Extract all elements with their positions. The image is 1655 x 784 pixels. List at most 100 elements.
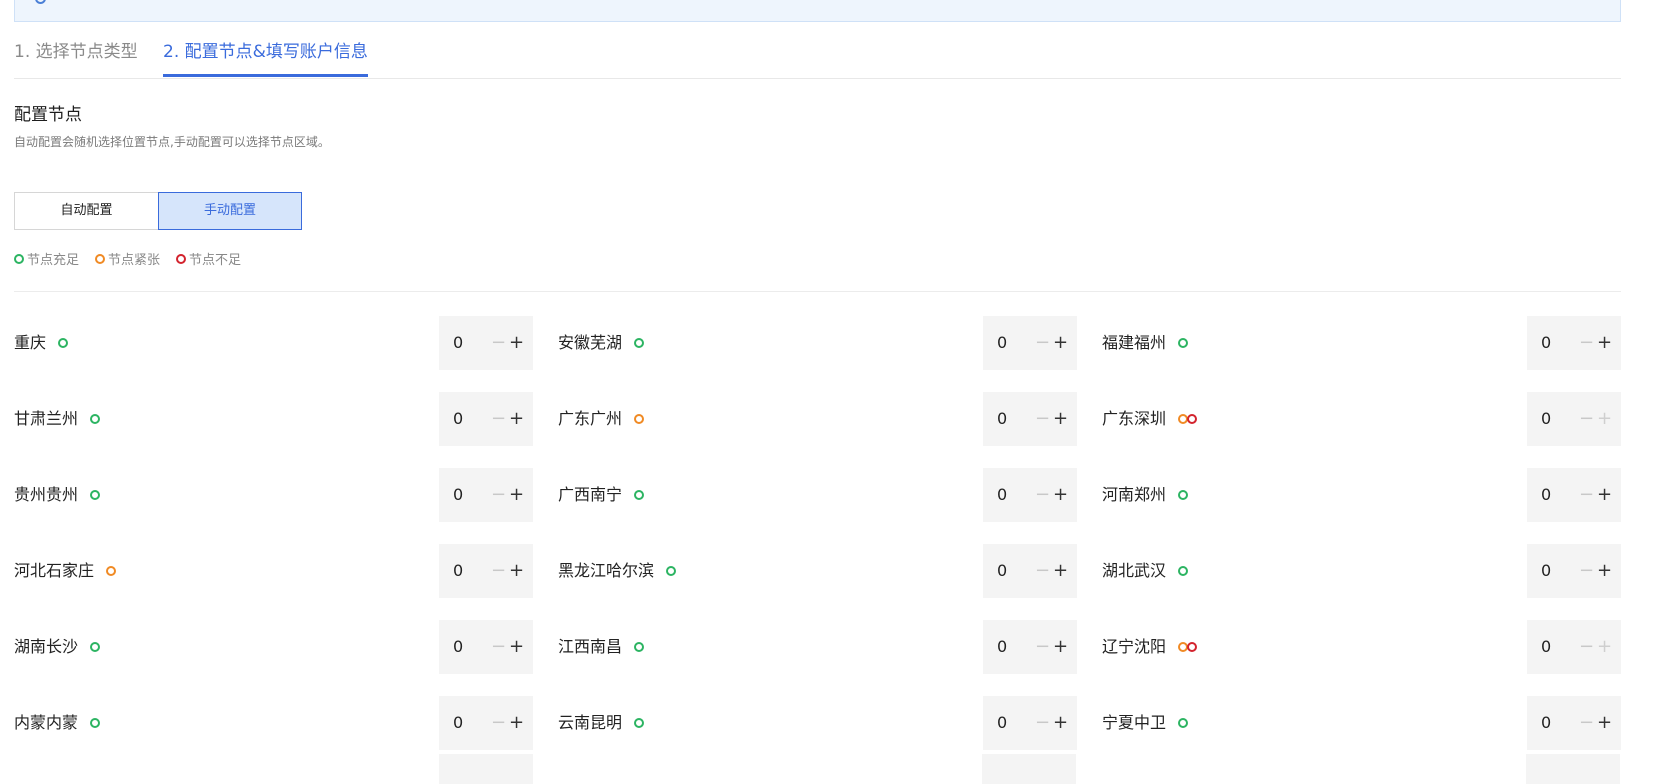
increment-button[interactable]: + bbox=[509, 544, 524, 598]
increment-button[interactable]: + bbox=[1053, 620, 1068, 674]
quantity-value[interactable]: 0 bbox=[453, 316, 463, 370]
quantity-value[interactable]: 0 bbox=[1541, 620, 1551, 674]
region-name: 广西南宁 bbox=[558, 485, 623, 504]
quantity-stepper[interactable]: 0− + bbox=[983, 620, 1077, 674]
increment-button[interactable]: + bbox=[1597, 468, 1612, 522]
quantity-stepper[interactable]: 0− + bbox=[439, 544, 533, 598]
tab-select-node-type[interactable]: 1. 选择节点类型 bbox=[14, 40, 138, 77]
decrement-button[interactable]: − bbox=[1035, 468, 1050, 522]
legend-label: 节点不足 bbox=[189, 253, 242, 268]
quantity-value[interactable]: 0 bbox=[1541, 544, 1551, 598]
status-green-icon bbox=[90, 414, 101, 424]
increment-button[interactable]: + bbox=[509, 316, 524, 370]
region-label: 辽宁沈阳 bbox=[1102, 620, 1198, 674]
increment-button[interactable]: + bbox=[1597, 696, 1612, 750]
quantity-value[interactable]: 0 bbox=[1541, 316, 1551, 370]
quantity-stepper[interactable]: 0− + bbox=[983, 316, 1077, 370]
auto-config-button[interactable]: 自动配置 bbox=[14, 192, 158, 230]
quantity-stepper[interactable]: 0− + bbox=[439, 620, 533, 674]
increment-button[interactable]: + bbox=[1053, 696, 1068, 750]
region-label: 广东深圳 bbox=[1102, 392, 1198, 446]
quantity-value[interactable]: 0 bbox=[1541, 392, 1551, 446]
quantity-stepper[interactable]: 0− + bbox=[1527, 620, 1621, 674]
region-label: 内蒙内蒙 bbox=[14, 696, 101, 750]
quantity-stepper[interactable]: 0− + bbox=[1527, 392, 1621, 446]
quantity-value[interactable]: 0 bbox=[1541, 468, 1551, 522]
quantity-value[interactable]: 0 bbox=[997, 392, 1007, 446]
decrement-button[interactable]: − bbox=[1579, 316, 1594, 370]
increment-button[interactable]: + bbox=[509, 696, 524, 750]
status-insufficient-icon bbox=[176, 253, 187, 264]
status-tight-icon bbox=[95, 253, 106, 264]
legend-label: 节点充足 bbox=[27, 253, 80, 268]
tab-configure-node[interactable]: 2. 配置节点&填写账户信息 bbox=[163, 40, 368, 77]
increment-button[interactable]: + bbox=[1597, 316, 1612, 370]
decrement-button[interactable]: − bbox=[491, 468, 506, 522]
quantity-stepper[interactable]: 0− + bbox=[439, 392, 533, 446]
increment-button[interactable]: + bbox=[1053, 468, 1068, 522]
quantity-value[interactable]: 0 bbox=[453, 620, 463, 674]
quantity-stepper[interactable]: 0− + bbox=[983, 696, 1077, 750]
decrement-button[interactable]: − bbox=[491, 544, 506, 598]
decrement-button[interactable]: − bbox=[1035, 392, 1050, 446]
increment-button[interactable]: + bbox=[1053, 392, 1068, 446]
quantity-stepper[interactable]: 0− + bbox=[439, 316, 533, 370]
quantity-stepper[interactable]: 0− + bbox=[439, 468, 533, 522]
decrement-button[interactable]: − bbox=[1035, 696, 1050, 750]
manual-config-button[interactable]: 手动配置 bbox=[158, 192, 302, 230]
decrement-button[interactable]: − bbox=[1579, 620, 1594, 674]
region-label: 宁夏中卫 bbox=[1102, 696, 1189, 750]
quantity-value[interactable]: 0 bbox=[997, 620, 1007, 674]
quantity-value[interactable]: 0 bbox=[997, 544, 1007, 598]
region-label: 贵州贵州 bbox=[14, 468, 101, 522]
legend-tight: 节点紧张 bbox=[95, 249, 160, 268]
decrement-button[interactable]: − bbox=[491, 696, 506, 750]
decrement-button[interactable]: − bbox=[1035, 544, 1050, 598]
increment-button[interactable]: + bbox=[509, 620, 524, 674]
region-name: 黑龙江哈尔滨 bbox=[558, 561, 655, 580]
status-green-icon bbox=[634, 490, 645, 500]
quantity-value[interactable]: 0 bbox=[453, 696, 463, 750]
quantity-value[interactable]: 0 bbox=[453, 468, 463, 522]
quantity-value[interactable]: 0 bbox=[453, 392, 463, 446]
region-cell: 河北石家庄 0− + bbox=[14, 544, 533, 598]
quantity-stepper[interactable]: 0− + bbox=[1527, 696, 1621, 750]
increment-button[interactable]: + bbox=[1597, 392, 1612, 446]
decrement-button[interactable]: − bbox=[1579, 468, 1594, 522]
quantity-stepper[interactable]: 0− + bbox=[439, 696, 533, 750]
quantity-value[interactable]: 0 bbox=[453, 544, 463, 598]
region-cell: 福建福州 0− + bbox=[1102, 316, 1621, 370]
increment-button[interactable]: + bbox=[509, 392, 524, 446]
increment-button[interactable]: + bbox=[1597, 544, 1612, 598]
status-green-icon bbox=[634, 718, 645, 728]
decrement-button[interactable]: − bbox=[1035, 316, 1050, 370]
decrement-button[interactable]: − bbox=[1579, 392, 1594, 446]
legend-sufficient: 节点充足 bbox=[14, 249, 79, 268]
status-green-icon bbox=[90, 642, 101, 652]
quantity-stepper[interactable]: 0− + bbox=[1527, 544, 1621, 598]
quantity-stepper[interactable]: 0− + bbox=[983, 544, 1077, 598]
decrement-button[interactable]: − bbox=[491, 620, 506, 674]
decrement-button[interactable]: − bbox=[1579, 544, 1594, 598]
decrement-button[interactable]: − bbox=[1035, 620, 1050, 674]
quantity-stepper[interactable]: 0− + bbox=[1527, 468, 1621, 522]
increment-button[interactable]: + bbox=[1053, 316, 1068, 370]
status-orange-icon bbox=[634, 414, 645, 424]
quantity-value[interactable]: 0 bbox=[997, 316, 1007, 370]
region-name: 福建福州 bbox=[1102, 333, 1167, 352]
quantity-value[interactable]: 0 bbox=[1541, 696, 1551, 750]
quantity-value[interactable]: 0 bbox=[997, 696, 1007, 750]
quantity-stepper[interactable]: 0− + bbox=[1527, 316, 1621, 370]
legend-label: 节点紧张 bbox=[108, 253, 161, 268]
quantity-stepper[interactable]: 0− + bbox=[983, 468, 1077, 522]
region-cell: 辽宁沈阳 0− + bbox=[1102, 620, 1621, 674]
increment-button[interactable]: + bbox=[1597, 620, 1612, 674]
legend-insufficient: 节点不足 bbox=[176, 249, 241, 268]
quantity-value[interactable]: 0 bbox=[997, 468, 1007, 522]
decrement-button[interactable]: − bbox=[1579, 696, 1594, 750]
decrement-button[interactable]: − bbox=[491, 392, 506, 446]
quantity-stepper[interactable]: 0− + bbox=[983, 392, 1077, 446]
increment-button[interactable]: + bbox=[1053, 544, 1068, 598]
increment-button[interactable]: + bbox=[509, 468, 524, 522]
decrement-button[interactable]: − bbox=[491, 316, 506, 370]
